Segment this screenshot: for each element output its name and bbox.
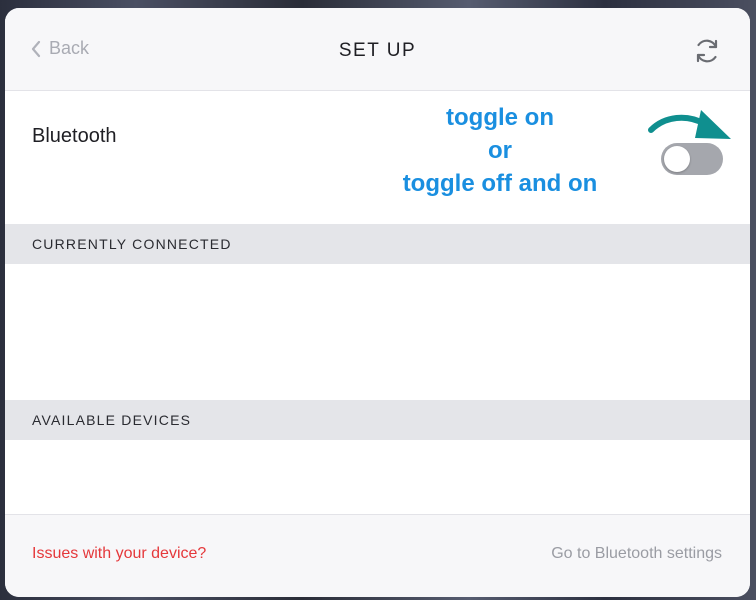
section-title: AVAILABLE DEVICES	[32, 412, 192, 428]
bluetooth-label: Bluetooth	[32, 125, 117, 147]
toggle-annotation: toggle on or toggle off and on	[385, 101, 615, 200]
bluetooth-row: Bluetooth toggle on or toggle off and on	[5, 91, 750, 223]
bluetooth-toggle[interactable]	[661, 143, 723, 175]
page-title: SET UP	[338, 40, 417, 61]
footer: Issues with your device? Go to Bluetooth…	[5, 514, 750, 597]
header: Back SET UP	[5, 8, 750, 91]
refresh-icon[interactable]	[692, 36, 722, 66]
toggle-knob	[664, 146, 690, 172]
section-title: CURRENTLY CONNECTED	[32, 236, 232, 252]
setup-dialog: Back SET UP Bluetooth toggle on or toggl…	[5, 8, 750, 597]
annotation-line-2: or	[488, 137, 512, 164]
annotation-line-3: toggle off and on	[402, 170, 598, 197]
curved-arrow-icon	[648, 110, 731, 139]
issues-link[interactable]: Issues with your device?	[32, 545, 206, 563]
currently-connected-header: CURRENTLY CONNECTED	[5, 224, 750, 264]
annotation-line-1: toggle on	[446, 104, 554, 131]
available-devices-header: AVAILABLE DEVICES	[5, 400, 750, 440]
bluetooth-settings-link[interactable]: Go to Bluetooth settings	[551, 545, 722, 563]
